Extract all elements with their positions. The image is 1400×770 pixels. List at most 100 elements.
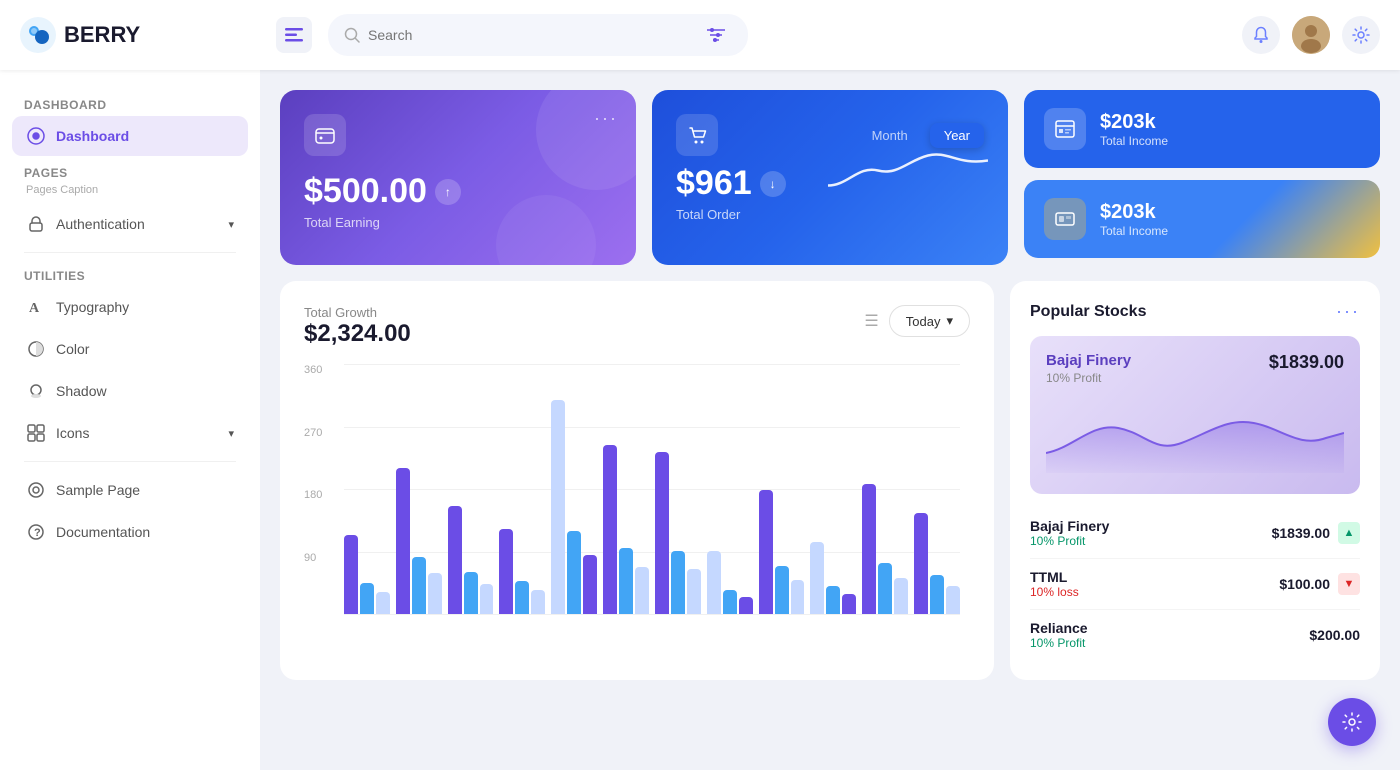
bar	[810, 542, 824, 614]
sidebar-item-color[interactable]: Color	[12, 329, 248, 369]
today-label: Today	[906, 314, 941, 329]
bar-group	[603, 364, 649, 614]
stock-row-bajaj: Bajaj Finery 10% Profit $1839.00 ▲	[1030, 508, 1360, 559]
stock-reliance-profit: 10% Profit	[1030, 636, 1088, 650]
sidebar-item-typography[interactable]: A Typography	[12, 287, 248, 327]
bar	[707, 551, 721, 614]
topbar-right	[1242, 16, 1380, 54]
bar	[671, 551, 685, 614]
bar	[791, 580, 805, 614]
sidebar-label-color: Color	[56, 341, 89, 357]
chart-card: Total Growth $2,324.00 ☰ Today ▾ 360	[280, 281, 994, 680]
bar	[360, 583, 374, 614]
income-info-2: $203k Total Income	[1100, 201, 1168, 238]
stocks-header: Popular Stocks ···	[1030, 301, 1360, 322]
bar-group	[862, 364, 908, 614]
grid-line	[344, 614, 960, 615]
bottom-row: Total Growth $2,324.00 ☰ Today ▾ 360	[280, 281, 1380, 680]
svg-text:?: ?	[34, 527, 41, 539]
bar-group	[655, 364, 701, 614]
tab-year-button[interactable]: Year	[930, 123, 984, 148]
svg-text:A: A	[29, 301, 40, 316]
stock-hero-price: $1839.00	[1269, 352, 1344, 373]
earning-card-more[interactable]: ···	[594, 108, 618, 129]
sidebar-item-documentation[interactable]: ? Documentation	[12, 512, 248, 552]
menu-button[interactable]	[276, 17, 312, 53]
shadow-icon	[26, 381, 46, 401]
fab-settings[interactable]	[1328, 698, 1376, 746]
bar	[583, 555, 597, 614]
filter-button[interactable]	[700, 19, 732, 51]
pages-caption: Pages Caption	[12, 184, 248, 204]
bar-group	[914, 364, 960, 614]
section-pages: Pages	[12, 158, 248, 184]
stock-row-reliance: Reliance 10% Profit $200.00	[1030, 610, 1360, 660]
sidebar-divider	[24, 252, 236, 253]
earning-card-icon	[304, 114, 346, 156]
bar	[842, 594, 856, 614]
stock-reliance-info: Reliance 10% Profit	[1030, 620, 1088, 650]
stock-ttml-profit: 10% loss	[1030, 585, 1079, 599]
search-input[interactable]	[368, 27, 692, 43]
bar	[464, 572, 478, 614]
tab-month-button[interactable]: Month	[858, 123, 922, 148]
bar	[739, 597, 753, 615]
bar	[480, 584, 494, 614]
bar	[551, 400, 565, 614]
bar-group	[396, 364, 442, 614]
stocks-title: Popular Stocks	[1030, 303, 1146, 321]
stock-hero-name: Bajaj Finery	[1046, 352, 1131, 369]
sidebar-item-shadow[interactable]: Shadow	[12, 371, 248, 411]
stocks-more-button[interactable]: ···	[1336, 301, 1360, 322]
order-down-arrow: ↓	[760, 171, 786, 197]
sidebar-label-icons: Icons	[56, 425, 89, 441]
chart-title: Total Growth	[304, 305, 411, 320]
sample-page-icon	[26, 480, 46, 500]
today-chevron-icon: ▾	[946, 313, 953, 329]
stock-bajaj-price: $1839.00	[1272, 525, 1330, 541]
color-icon	[26, 339, 46, 359]
bar	[930, 575, 944, 614]
order-card: Month Year $961 ↓ Total Order	[652, 90, 1008, 265]
stock-ttml-price-area: $100.00 ▼	[1279, 573, 1360, 595]
stock-hero-top: Bajaj Finery 10% Profit $1839.00	[1046, 352, 1344, 385]
bar-group	[551, 364, 597, 614]
sidebar-item-icons[interactable]: Icons ▾	[12, 413, 248, 453]
chevron-down-icon: ▾	[228, 218, 234, 231]
dashboard-icon	[26, 126, 46, 146]
bar-group	[759, 364, 805, 614]
avatar[interactable]	[1292, 16, 1330, 54]
bar	[946, 586, 960, 614]
bar	[567, 531, 581, 614]
chart-header: Total Growth $2,324.00 ☰ Today ▾	[304, 305, 970, 348]
stock-ttml-trend-icon: ▼	[1338, 573, 1360, 595]
content-area: ··· $500.00 ↑ Total Earning	[260, 70, 1400, 770]
order-tabs: Month Year	[858, 123, 984, 148]
earning-amount: $500.00 ↑	[304, 172, 612, 211]
logo-area: BERRY	[20, 17, 260, 53]
bar	[448, 506, 462, 614]
bar-group	[810, 364, 856, 614]
income-card-2: $203k Total Income	[1024, 180, 1380, 258]
sidebar-label-docs: Documentation	[56, 524, 150, 540]
income-amount-2: $203k	[1100, 201, 1168, 224]
chart-bars	[344, 364, 960, 614]
income-label-1: Total Income	[1100, 134, 1168, 148]
sidebar-item-dashboard[interactable]: Dashboard	[12, 116, 248, 156]
settings-button[interactable]	[1342, 16, 1380, 54]
notification-button[interactable]	[1242, 16, 1280, 54]
today-dropdown[interactable]: Today ▾	[889, 305, 970, 337]
chart-area: 360 270 180 90	[304, 364, 970, 644]
chart-menu-icon[interactable]: ☰	[864, 311, 878, 331]
bar	[531, 590, 545, 614]
sidebar-item-authentication[interactable]: Authentication ▾	[12, 204, 248, 244]
typography-icon: A	[26, 297, 46, 317]
search-bar	[328, 14, 748, 56]
sidebar-label-shadow: Shadow	[56, 383, 107, 399]
order-card-icon	[676, 114, 718, 156]
main-layout: Dashboard Dashboard Pages Pages Caption …	[0, 70, 1400, 770]
stock-hero-profit: 10% Profit	[1046, 371, 1131, 385]
chart-title-area: Total Growth $2,324.00	[304, 305, 411, 348]
bar	[914, 513, 928, 614]
sidebar-item-sample-page[interactable]: Sample Page	[12, 470, 248, 510]
